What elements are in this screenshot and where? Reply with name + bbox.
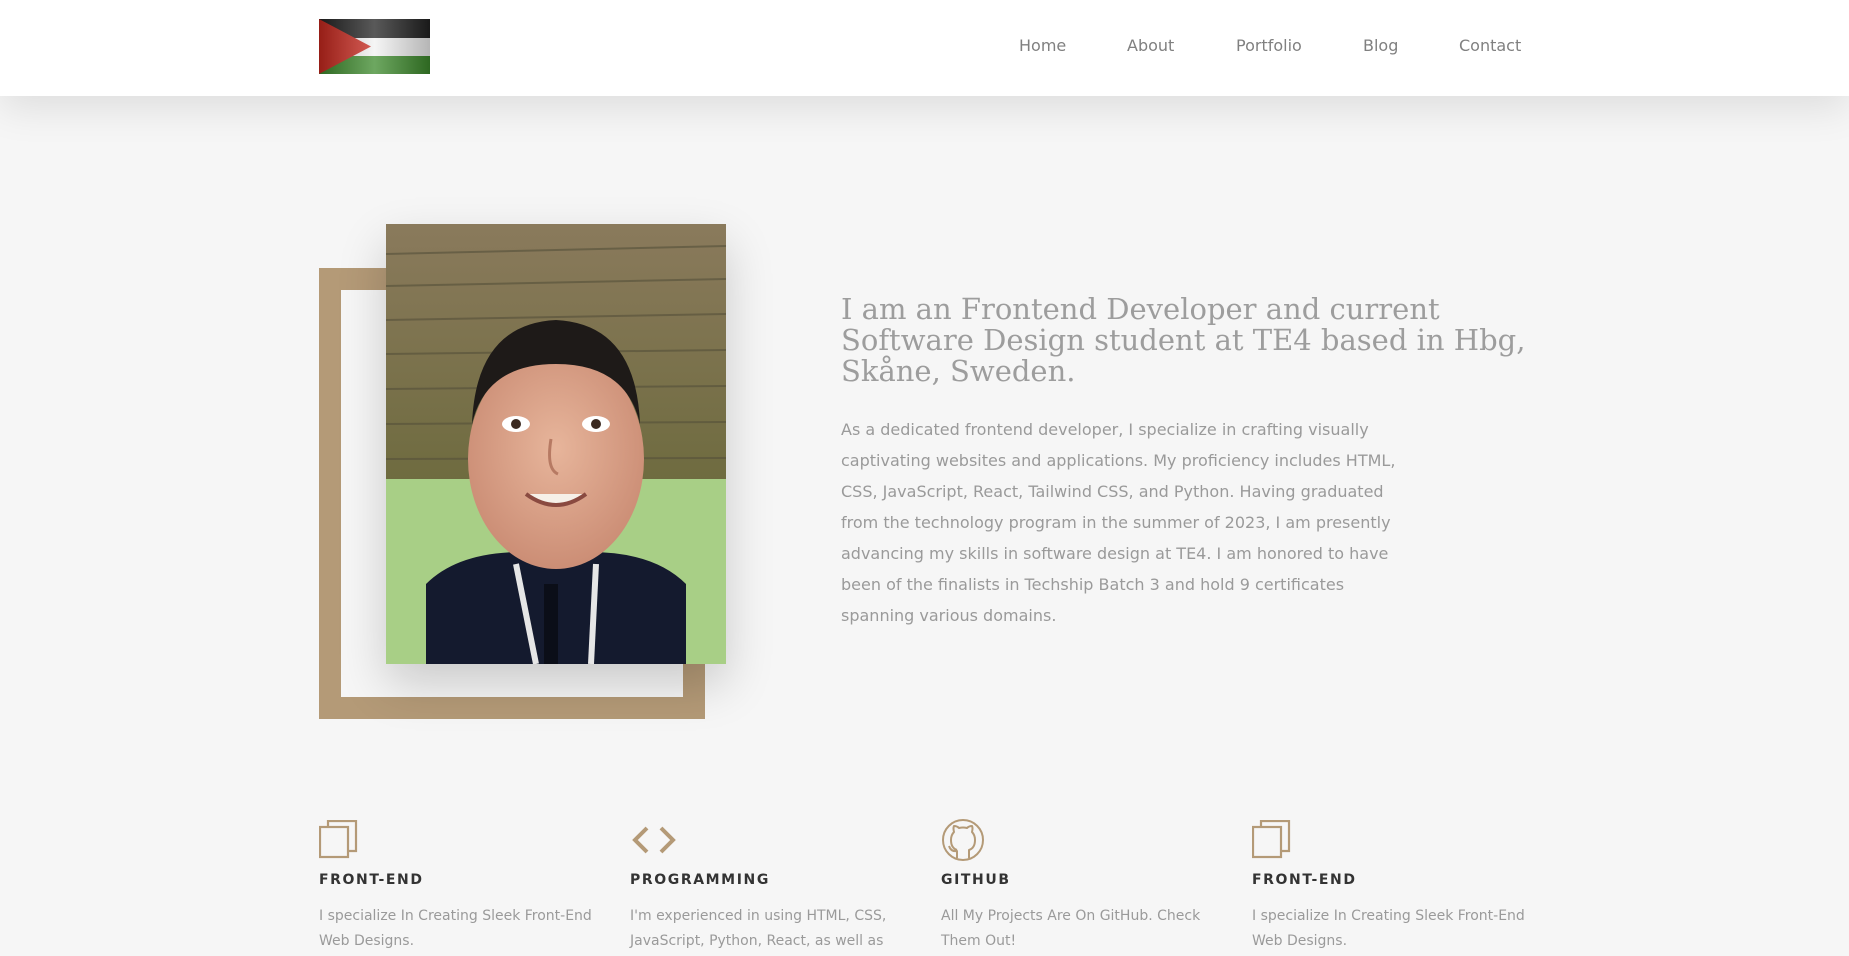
github-icon <box>942 819 984 861</box>
top-navbar: Home About Portfolio Blog Contact <box>0 0 1849 96</box>
main-nav: Home About Portfolio Blog Contact <box>1019 36 1849 60</box>
service-description: All My Projects Are On GitHub. Check The… <box>941 908 1201 949</box>
service-card-frontend-2: FRONT-END I specialize In Creating Sleek… <box>1252 820 1552 954</box>
service-title: FRONT-END <box>319 872 424 888</box>
nav-link-home[interactable]: Home <box>1019 36 1066 55</box>
service-title: FRONT-END <box>1252 872 1357 888</box>
nav-link-portfolio[interactable]: Portfolio <box>1236 36 1302 55</box>
nav-link-about[interactable]: About <box>1127 36 1174 55</box>
service-description: I specialize In Creating Sleek Front-End… <box>319 908 592 949</box>
hero-description: As a dedicated frontend developer, I spe… <box>841 420 1396 625</box>
copy-icon <box>1252 820 1291 859</box>
service-card-github: GITHUB All My Projects Are On GitHub. Ch… <box>941 819 1241 954</box>
service-title: PROGRAMMING <box>630 872 770 888</box>
code-icon <box>632 826 676 854</box>
service-description: I'm experienced in using HTML, CSS, Java… <box>630 908 887 949</box>
hero-title: I am an Frontend Developer and current S… <box>841 292 1526 388</box>
logo-palestine-flag[interactable] <box>319 19 430 74</box>
service-card-frontend: FRONT-END I specialize In Creating Sleek… <box>319 820 619 954</box>
service-title: GITHUB <box>941 872 1011 888</box>
flag-icon <box>319 19 430 74</box>
service-description: I specialize In Creating Sleek Front-End… <box>1252 908 1525 949</box>
profile-photo <box>386 224 726 664</box>
nav-link-blog[interactable]: Blog <box>1363 36 1398 55</box>
service-card-programming: PROGRAMMING I'm experienced in using HTM… <box>630 820 930 954</box>
nav-link-contact[interactable]: Contact <box>1459 36 1521 55</box>
copy-icon <box>319 820 358 859</box>
profile-image-block <box>319 224 729 724</box>
